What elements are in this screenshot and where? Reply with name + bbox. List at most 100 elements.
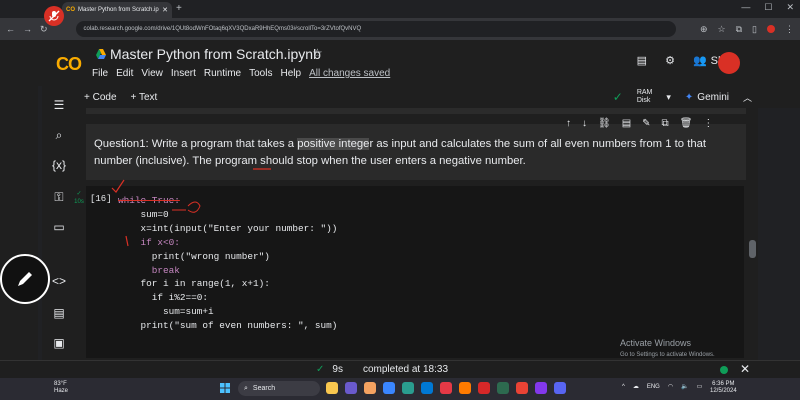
forward-icon[interactable]: → — [23, 24, 32, 34]
file-explorer-icon[interactable] — [326, 382, 338, 394]
settings-gear-icon[interactable]: ⚙ — [665, 54, 675, 67]
folder-icon[interactable] — [364, 382, 376, 394]
tray-chevron-icon[interactable]: ^ — [622, 384, 625, 390]
vertical-scrollbar[interactable] — [748, 108, 758, 360]
menu-view[interactable]: View — [141, 68, 163, 79]
url-field[interactable]: colab.research.google.com/drive/1QUt8odW… — [75, 21, 676, 37]
vpn-icon[interactable] — [440, 382, 452, 394]
status-check-icon: ✓ — [316, 364, 325, 375]
mirror-cell-icon[interactable]: ⧉ — [662, 118, 669, 129]
browser-menu-icon[interactable]: ⋮ — [785, 24, 794, 35]
question-text-start: Question1: Write a program that takes a — [94, 138, 298, 150]
bookmark-star-icon[interactable]: ☆ — [718, 24, 726, 35]
toc-icon[interactable]: ☰ — [50, 96, 68, 114]
resource-meter[interactable]: RAM Disk — [637, 89, 653, 105]
pen-tool-button[interactable] — [0, 254, 50, 304]
collapse-header-icon[interactable]: ︿ — [743, 91, 752, 104]
menu-insert[interactable]: Insert — [171, 68, 196, 79]
run-status[interactable]: ✓ 10s — [72, 190, 86, 206]
more-options-icon[interactable]: ⋮ — [703, 118, 713, 129]
add-code-button[interactable]: + Code — [84, 92, 117, 103]
url-text: colab.research.google.com/drive/1QUt8odW… — [83, 26, 362, 32]
gemini-icon: ✦ — [684, 91, 694, 103]
activate-windows-title: Activate Windows — [620, 338, 692, 348]
move-up-icon[interactable]: ↑ — [566, 118, 571, 129]
taskbar-search-label: Search — [252, 385, 276, 392]
edit-icon[interactable]: ✎ — [642, 118, 650, 129]
discord-icon[interactable] — [554, 382, 566, 394]
link-icon[interactable]: ⛓ — [598, 118, 611, 129]
windows-taskbar: 83°F Haze ⌕ Search ^ ☁ ENG ◠ 🔈 ▭ 6:36 PM… — [0, 378, 800, 400]
back-icon[interactable]: ← — [6, 24, 15, 34]
screen: CO Master Python from Scratch.ip ✕ + — ☐… — [0, 0, 800, 400]
minimize-icon[interactable]: — — [741, 2, 750, 13]
extensions-icon[interactable]: ⧉ — [736, 24, 742, 35]
colab-logo[interactable]: CO — [56, 54, 82, 75]
secrets-key-icon[interactable]: ⚿ — [50, 188, 68, 206]
comment-icon[interactable]: ▤ — [637, 54, 647, 67]
clock-time: 6:36 PM — [712, 381, 735, 387]
gemini-label: Gemini — [697, 91, 729, 103]
left-rail-bg — [0, 86, 38, 360]
volume-icon[interactable]: 🔈 — [681, 383, 688, 390]
xbox-icon[interactable] — [497, 382, 509, 394]
maximize-icon[interactable]: ☐ — [764, 2, 772, 13]
browser-tab[interactable]: CO Master Python from Scratch.ip ✕ — [62, 2, 172, 18]
save-status[interactable]: All changes saved — [309, 68, 390, 79]
gemini-button[interactable]: ✦ Gemini — [685, 92, 729, 103]
edge-icon[interactable] — [402, 382, 414, 394]
cloud-icon[interactable]: ☁ — [633, 383, 639, 390]
star-icon[interactable]: ☆ — [312, 46, 323, 60]
search-icon[interactable]: ⌕ — [50, 126, 68, 144]
code-snippets-icon[interactable]: <> — [50, 272, 68, 290]
menu-runtime[interactable]: Runtime — [204, 68, 241, 79]
notebook-title[interactable]: Master Python from Scratch.ipynb — [110, 46, 321, 62]
tab-close-icon[interactable]: ✕ — [162, 6, 168, 14]
wifi-icon[interactable]: ◠ — [668, 383, 673, 390]
weather-widget[interactable]: 83°F Haze — [54, 381, 68, 395]
people-icon: 👥 — [692, 55, 707, 67]
files-folder-icon[interactable]: ▭ — [50, 218, 68, 236]
outlook-icon[interactable] — [421, 382, 433, 394]
command-palette-icon[interactable]: ▤ — [50, 304, 68, 322]
reload-icon[interactable]: ↻ — [40, 24, 48, 35]
store-icon[interactable] — [383, 382, 395, 394]
weather-condition: Haze — [54, 388, 69, 394]
chrome-icon[interactable] — [516, 382, 528, 394]
app-icon[interactable] — [535, 382, 547, 394]
profile-icon[interactable] — [767, 25, 775, 33]
copilot-icon[interactable] — [345, 382, 357, 394]
runtime-dropdown-icon[interactable]: ▾ — [666, 92, 671, 103]
execution-status[interactable]: ✓ 9s completed at 18:33 — [316, 364, 448, 375]
weather-temp: 83°F — [54, 381, 67, 387]
terminal-icon[interactable]: ▣ — [50, 334, 68, 352]
scrollbar-thumb[interactable] — [749, 240, 756, 258]
menu-help[interactable]: Help — [280, 68, 301, 79]
taskbar-search[interactable]: ⌕ Search — [238, 381, 320, 396]
menu-file[interactable]: File — [92, 68, 108, 79]
comment-cell-icon[interactable]: ▤ — [622, 118, 631, 129]
mic-muted-icon[interactable] — [44, 6, 64, 26]
close-window-icon[interactable]: ✕ — [786, 2, 794, 13]
windows-start-icon[interactable] — [220, 383, 230, 393]
language-indicator[interactable]: ENG — [647, 384, 660, 390]
toolbar-right: ✓ RAM Disk ▾ ✦ Gemini ︿ — [613, 86, 752, 108]
sidepanel-icon[interactable]: ▯ — [752, 24, 757, 35]
variables-icon[interactable]: {x} — [50, 156, 68, 174]
delete-icon[interactable]: 🗑 — [680, 118, 693, 129]
recorder-icon[interactable] — [478, 382, 490, 394]
user-avatar[interactable] — [718, 52, 740, 74]
connected-check-icon: ✓ — [612, 90, 623, 104]
menu-edit[interactable]: Edit — [116, 68, 133, 79]
menu-tools[interactable]: Tools — [249, 68, 272, 79]
battery-icon[interactable]: ▭ — [697, 383, 703, 390]
markdown-cell[interactable]: Question1: Write a program that takes a … — [86, 124, 746, 180]
status-close-icon[interactable]: ✕ — [740, 362, 750, 376]
zoom-icon[interactable]: ⊕ — [700, 24, 708, 35]
firefox-icon[interactable] — [459, 382, 471, 394]
move-down-icon[interactable]: ↓ — [582, 118, 587, 129]
new-tab-icon[interactable]: + — [176, 3, 182, 14]
taskbar-clock[interactable]: 6:36 PM 12/5/2024 — [710, 381, 737, 395]
colab-favicon: CO — [66, 7, 75, 13]
add-text-button[interactable]: + Text — [131, 92, 158, 103]
